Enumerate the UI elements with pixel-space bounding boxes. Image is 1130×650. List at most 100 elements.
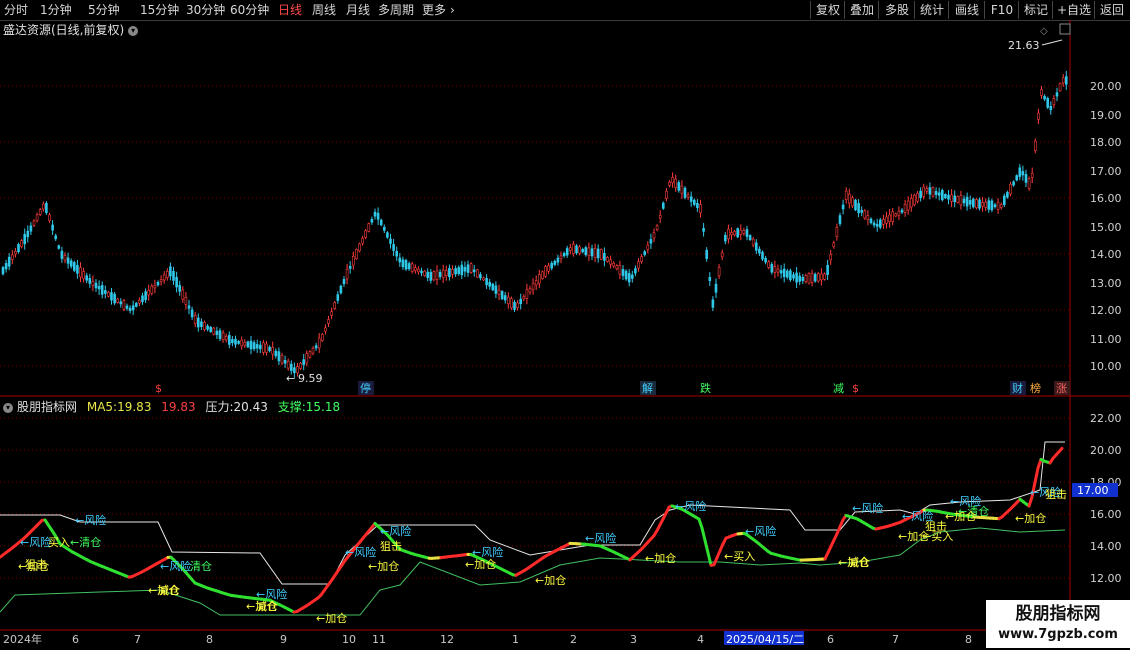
candle-body — [265, 343, 268, 353]
event-marker[interactable]: 财 — [1012, 381, 1023, 395]
candle-body — [903, 204, 907, 213]
candle-body — [438, 271, 442, 277]
candle-body — [528, 288, 532, 293]
event-marker[interactable]: $ — [852, 382, 859, 395]
candle-body — [550, 262, 554, 269]
candle-body — [41, 203, 45, 210]
candle-body — [596, 248, 600, 259]
candle-body — [45, 203, 48, 214]
candle-body — [789, 270, 792, 281]
support-value: 15.18 — [305, 400, 341, 414]
candle-body — [708, 276, 712, 282]
date-label: 4 — [697, 633, 704, 646]
candle-body — [35, 214, 39, 221]
candle-body — [314, 345, 318, 349]
candle-body — [426, 271, 430, 278]
candle-body — [26, 230, 30, 238]
candle-body — [367, 223, 371, 232]
candle-body — [519, 298, 523, 305]
candle-body — [785, 270, 789, 278]
candle-body — [727, 228, 730, 240]
candle-body — [956, 196, 960, 203]
candle-body — [150, 285, 154, 294]
candle-body — [854, 199, 857, 211]
candle-body — [568, 247, 572, 251]
candle-body — [1058, 83, 1062, 92]
candle-body — [1061, 77, 1065, 84]
candle-body — [944, 193, 947, 199]
indicator-name: 股朋指标网 — [17, 400, 78, 414]
event-marker[interactable]: 减 — [833, 382, 844, 395]
candle-body — [302, 359, 306, 365]
event-marker[interactable]: 跌 — [700, 381, 711, 395]
candle-body — [308, 351, 312, 358]
panel-toggle-icon[interactable] — [1059, 23, 1071, 35]
candle-body — [947, 194, 950, 200]
candle-body — [274, 350, 278, 357]
event-marker[interactable]: 榜 — [1030, 381, 1041, 395]
candle-body — [482, 277, 485, 281]
indicator-tick-label: 14.00 — [1090, 540, 1122, 553]
candle-body — [38, 209, 42, 215]
candle-body — [209, 326, 212, 332]
signal-reduce: 减仓 — [256, 599, 278, 613]
candle-body — [169, 266, 172, 277]
candle-body — [330, 311, 333, 316]
candle-body — [417, 268, 420, 273]
ma5-segment — [706, 551, 713, 567]
event-marker[interactable]: 停 — [360, 381, 371, 395]
candle-body — [358, 243, 361, 252]
low-arrow: ← — [286, 372, 295, 385]
candle-body — [85, 275, 88, 281]
candle-body — [20, 240, 23, 247]
candle-body — [965, 196, 969, 207]
main-grid — [0, 85, 1070, 367]
candle-body — [593, 247, 597, 258]
ma5-value-2: 19.83 — [161, 400, 196, 414]
candle-body — [432, 271, 436, 281]
candle-body — [361, 237, 364, 244]
candle-body — [655, 225, 659, 230]
candle-body — [32, 220, 36, 226]
candle-body — [299, 363, 302, 369]
candle-body — [860, 209, 864, 213]
candle-body — [135, 302, 138, 307]
candle-body — [931, 187, 935, 197]
candle-body — [953, 195, 957, 203]
support-label: 支撑: — [277, 400, 306, 414]
candle-body — [1055, 92, 1059, 97]
candlestick-series — [1, 70, 1068, 378]
candle-body — [823, 273, 826, 280]
candle-body — [773, 266, 777, 273]
candle-body — [184, 296, 188, 305]
signal-add: ←加仓 — [465, 557, 496, 571]
candle-body — [100, 285, 104, 295]
signal-add: ←加仓 — [316, 611, 347, 625]
signal-labels: ←风险 ←风险 买入 ←清仓 狙击 ←加仓 ←风险 清仓 ←加仓 减仓 ←风险 … — [18, 485, 1067, 625]
candle-body — [63, 255, 67, 261]
event-marker[interactable]: 解 — [642, 381, 653, 395]
candle-body — [246, 341, 250, 348]
candle-body — [11, 254, 14, 260]
candle-body — [311, 347, 315, 354]
candle-body — [584, 247, 588, 256]
candle-body — [844, 190, 848, 200]
candle-body — [141, 295, 144, 302]
candle-body — [807, 273, 811, 284]
chevron-down-icon[interactable]: ▾ — [3, 402, 13, 413]
candle-body — [652, 232, 656, 239]
date-cursor-label: 2025/04/15/二 — [726, 633, 804, 646]
candle-body — [513, 301, 516, 310]
candle-body — [1043, 95, 1046, 100]
chart-canvas[interactable]: ◇ 20.00 19.00 18.00 17.00 16.00 15.00 14… — [0, 0, 1130, 650]
event-marker[interactable]: $ — [155, 382, 162, 395]
event-marker[interactable]: 涨 — [1056, 382, 1067, 395]
candle-body — [82, 271, 85, 279]
candle-body — [714, 283, 718, 293]
candle-body — [922, 186, 926, 197]
candle-body — [888, 214, 891, 223]
candle-body — [928, 187, 932, 195]
price-tick-label: 13.00 — [1090, 277, 1122, 290]
diamond-icon[interactable]: ◇ — [1040, 26, 1048, 37]
candle-body — [91, 280, 95, 286]
